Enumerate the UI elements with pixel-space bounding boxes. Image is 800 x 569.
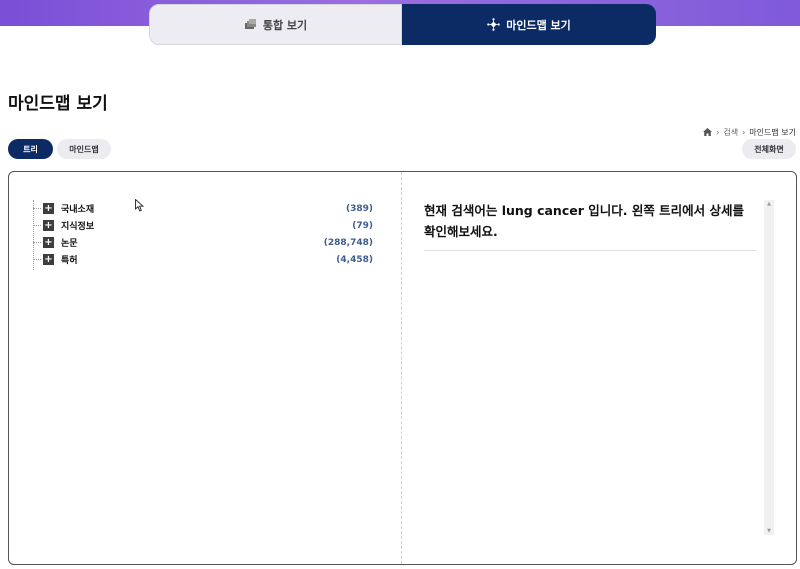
breadcrumb-item-current: 마인드맵 보기 — [749, 128, 796, 137]
network-icon — [487, 18, 501, 31]
mindmap-panel: + 국내소재 (389) + 지식정보 (79) + 논문 (288,748) … — [8, 171, 797, 565]
category-tree: + 국내소재 (389) + 지식정보 (79) + 논문 (288,748) … — [33, 200, 373, 270]
expand-icon[interactable]: + — [43, 254, 54, 265]
scroll-down-icon[interactable]: ▼ — [764, 527, 774, 535]
chevron-right-icon: › — [716, 128, 720, 137]
panel-divider — [401, 172, 402, 564]
tree-node-label[interactable]: 지식정보 — [61, 219, 94, 232]
breadcrumb-item-search[interactable]: 검색 — [723, 127, 738, 138]
tree-node-count: (389) — [345, 203, 373, 214]
tree-node-label[interactable]: 국내소재 — [61, 202, 94, 215]
tab-integrated-view[interactable]: 통합 보기 — [149, 4, 402, 45]
expand-icon[interactable]: + — [43, 237, 54, 248]
tree-view-button[interactable]: 트리 — [8, 139, 53, 159]
tab-mindmap-label: 마인드맵 보기 — [506, 18, 571, 32]
tree-node-papers[interactable]: + 논문 (288,748) — [33, 234, 373, 251]
tab-mindmap-view[interactable]: 마인드맵 보기 — [402, 4, 656, 45]
tree-node-knowledge-info[interactable]: + 지식정보 (79) — [33, 217, 373, 234]
breadcrumb: › 검색 › 마인드맵 보기 — [703, 127, 796, 138]
tree-node-count: (79) — [352, 220, 373, 231]
detail-scrollbar[interactable]: ▲ ▼ — [764, 200, 774, 535]
tree-node-domestic-material[interactable]: + 국내소재 (389) — [33, 200, 373, 217]
tree-node-label[interactable]: 특허 — [61, 253, 78, 266]
tree-node-count: (4,458) — [336, 254, 373, 265]
mindmap-view-button[interactable]: 마인드맵 — [57, 139, 111, 159]
view-tabs: 통합 보기 마인드맵 보기 — [149, 4, 656, 45]
page-title: 마인드맵 보기 — [8, 94, 108, 114]
expand-icon[interactable]: + — [43, 203, 54, 214]
scroll-up-icon[interactable]: ▲ — [764, 200, 774, 208]
tree-node-label[interactable]: 논문 — [61, 236, 78, 249]
mouse-pointer-icon — [135, 197, 145, 216]
fullscreen-button[interactable]: 전체화면 — [742, 139, 796, 159]
stack-icon — [244, 19, 257, 30]
detail-message: 현재 검색어는 lung cancer 입니다. 왼쪽 트리에서 상세를 확인해… — [424, 203, 745, 239]
tree-node-count: (288,748) — [323, 237, 373, 248]
home-icon[interactable] — [703, 127, 713, 138]
tab-integrated-label: 통합 보기 — [262, 18, 308, 32]
view-mode-buttons: 트리 마인드맵 — [8, 139, 111, 159]
tree-node-patents[interactable]: + 특허 (4,458) — [33, 251, 373, 268]
detail-divider — [424, 250, 756, 251]
chevron-right-icon: › — [742, 128, 746, 137]
expand-icon[interactable]: + — [43, 220, 54, 231]
